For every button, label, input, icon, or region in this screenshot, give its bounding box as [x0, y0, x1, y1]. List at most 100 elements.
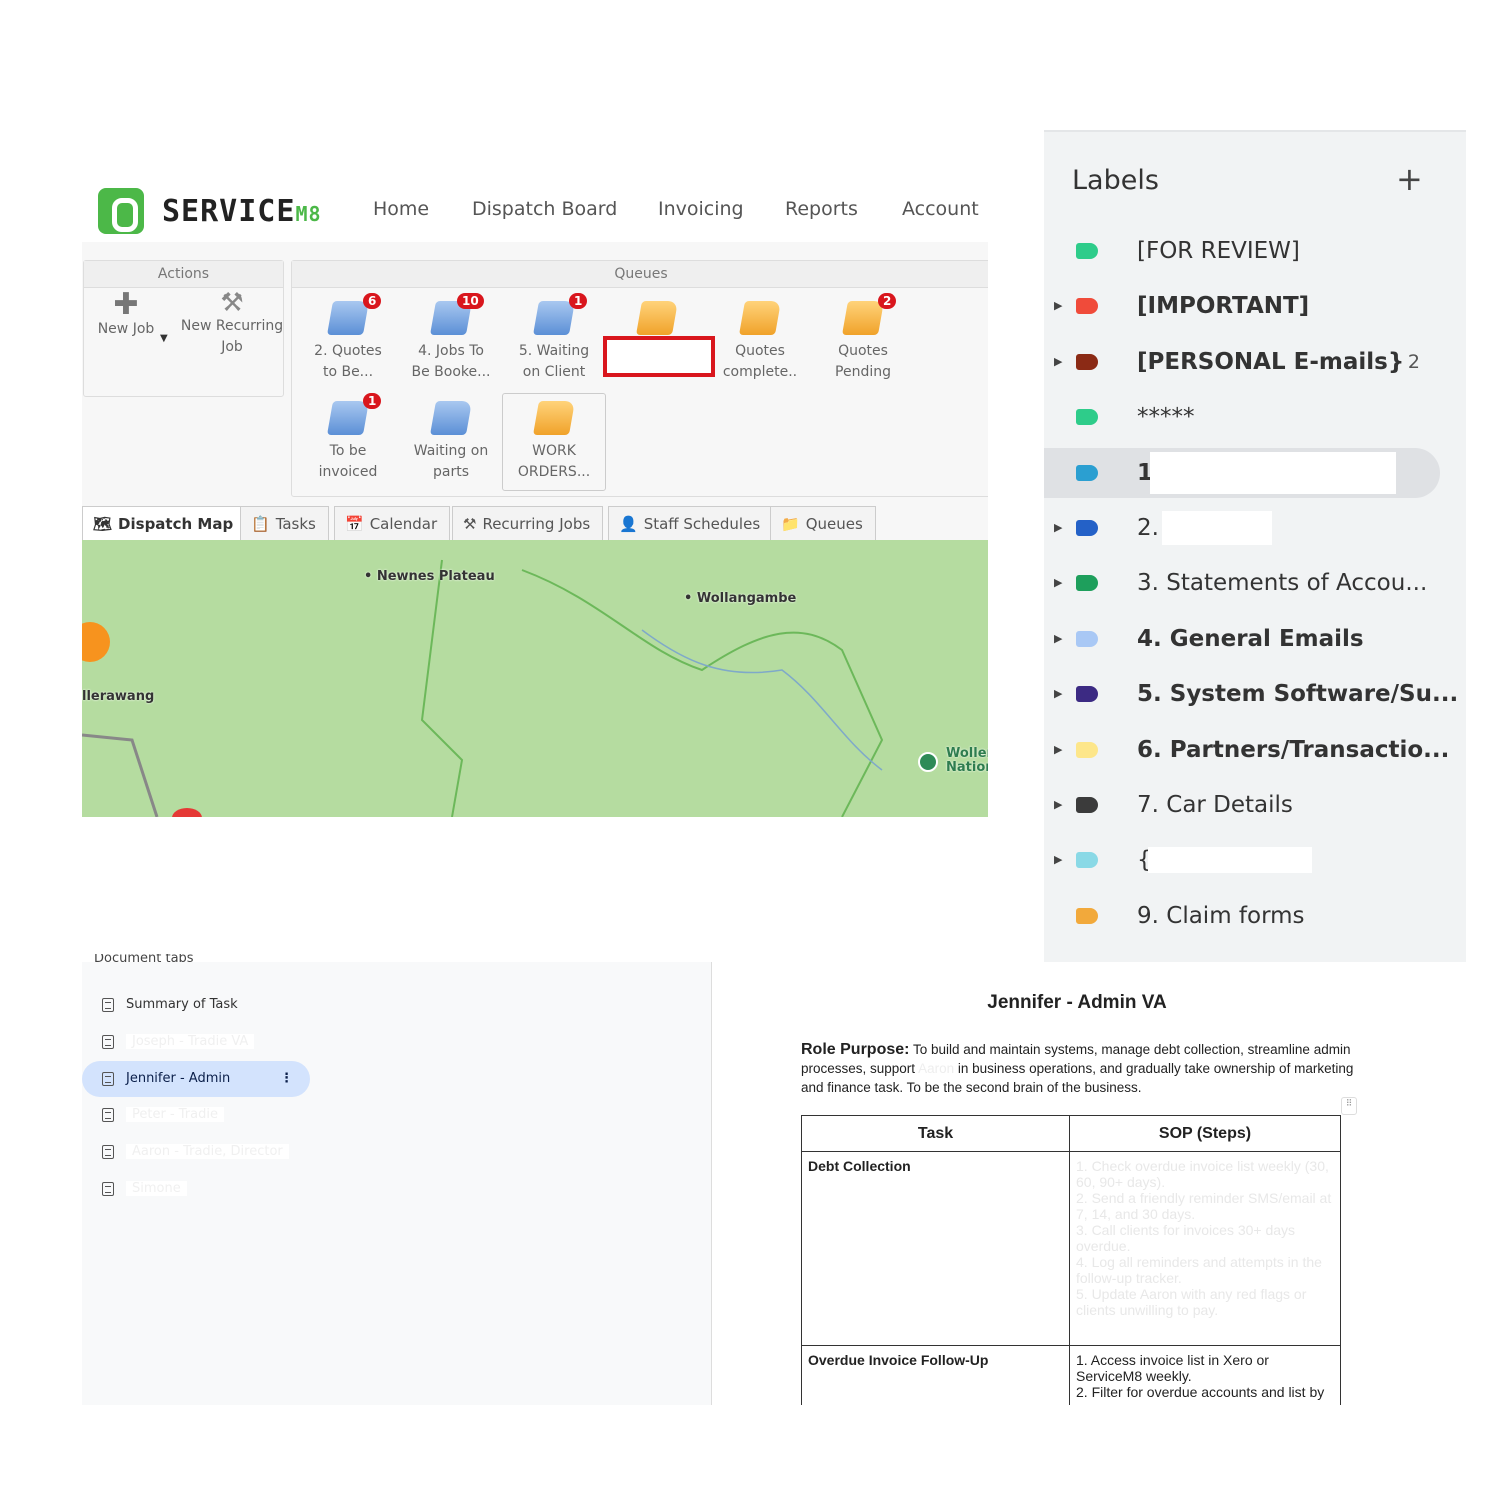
label-tag-icon [1076, 797, 1098, 813]
queue-item[interactable]: 1 5. Waiting on Client [504, 291, 604, 383]
doc-tab-item[interactable]: Aaron - Tradie, Director [82, 1134, 310, 1170]
queue-item[interactable]: 1 To be invoiced [298, 391, 398, 483]
queue-item[interactable]: 2 Quotes Pending [813, 291, 913, 383]
label-item[interactable]: ▶ 5. System Software/Su... [1044, 669, 1466, 719]
label-item[interactable]: [FOR REVIEW] [1044, 226, 1466, 276]
label-item[interactable]: 9. Claim forms [1044, 891, 1466, 941]
wrench-plus-icon: ✚ [113, 287, 139, 322]
nav-account[interactable]: Account [902, 198, 979, 220]
label-item[interactable]: ▶ 6. Partners/Transactio... [1044, 725, 1466, 775]
map-label: • Wollangambe [684, 591, 797, 606]
expand-arrow-icon[interactable]: ▶ [1054, 669, 1062, 719]
expand-arrow-icon[interactable]: ▶ [1054, 281, 1062, 331]
folder-icon: 10 [430, 293, 484, 335]
label-name: 7. Car Details [1137, 792, 1293, 818]
label-tag-icon [1076, 243, 1098, 259]
doc-tab-label: Jennifer - Admin [126, 1070, 231, 1086]
label-item[interactable]: ▶ [IMPORTANT] [1044, 281, 1466, 331]
queue-label: complete.. [722, 364, 798, 380]
table-row: Debt Collection 1. Check overdue invoice … [801, 1151, 1341, 1346]
new-job-dropdown-icon[interactable]: ▼ [160, 333, 168, 344]
folder-icon: 2 [842, 293, 896, 335]
folder-icon [739, 301, 781, 335]
expand-arrow-icon[interactable]: ▶ [1054, 725, 1062, 775]
folder-icon [636, 301, 678, 335]
queue-item[interactable] [607, 291, 707, 341]
queue-item[interactable]: 10 4. Jobs To Be Booke... [401, 291, 501, 383]
doc-tab-item[interactable]: Summary of Task Delegation [82, 987, 310, 1048]
doc-tab-item[interactable]: Peter - Tradie [82, 1097, 310, 1133]
tab-recurring-jobs[interactable]: ⚒ Recurring Jobs [452, 506, 604, 540]
nav-reports[interactable]: Reports [785, 198, 858, 220]
add-label-button[interactable]: + [1396, 160, 1423, 198]
queue-label: parts [432, 464, 469, 480]
tab-queues[interactable]: 📁 Queues [770, 506, 876, 540]
count-badge: 1 [362, 393, 381, 409]
task-cell: Debt Collection [801, 1151, 1070, 1346]
queue-label: invoiced [318, 464, 378, 480]
label-item[interactable]: ▶ 7. Car Details [1044, 780, 1466, 830]
sop-step: 3. Call clients for invoices 30+ days ov… [1076, 1222, 1296, 1254]
servicem8-logo[interactable]: SERVICEM8 [162, 194, 322, 229]
label-tag-icon [1076, 464, 1098, 481]
doc-tab-label: Joseph - Tradie VA [126, 1033, 255, 1049]
count-badge: 10 [457, 293, 484, 309]
expand-arrow-icon[interactable]: ▶ [1054, 614, 1062, 664]
doc-tab-item[interactable]: Joseph - Tradie VA [82, 1024, 310, 1060]
nav-home[interactable]: Home [373, 198, 429, 220]
expand-arrow-icon[interactable]: ▶ [1054, 503, 1062, 553]
redaction-box [1162, 511, 1272, 545]
folder-icon: 1 [533, 293, 587, 335]
label-name: [FOR REVIEW] [1137, 238, 1300, 264]
document-icon [102, 998, 114, 1012]
sop-step: 2. Filter for overdue accounts and list … [1076, 1384, 1325, 1400]
label-item[interactable]: ***** [1044, 392, 1466, 442]
new-recurring-job-label: New Recurring Job [180, 318, 284, 355]
folder-icon: 1 [327, 393, 381, 435]
doc-tab-item[interactable]: Jennifer - Admin ⋮ [82, 1060, 310, 1097]
queue-label: Quotes [838, 343, 888, 359]
servicem8-window: SERVICEM8 Home Dispatch Board Invoicing … [82, 180, 988, 817]
label-name: 6. Partners/Transactio... [1137, 736, 1450, 763]
count-badge: 6 [362, 293, 381, 309]
redacted-name: Aaron [918, 1061, 955, 1076]
dispatch-map[interactable]: • Newnes Plateau • Wollangambe llerawang… [82, 540, 988, 817]
tab-dispatch-map[interactable]: 🗺 Dispatch Map [82, 506, 247, 540]
expand-arrow-icon[interactable]: ▶ [1054, 780, 1062, 830]
drag-handle-icon[interactable]: ⠿ [1341, 1097, 1357, 1115]
nav-invoicing[interactable]: Invoicing [658, 198, 744, 220]
label-item[interactable]: ▶ 4. General Emails [1044, 614, 1466, 664]
nav-dispatch-board[interactable]: Dispatch Board [472, 198, 617, 220]
more-options-icon[interactable]: ⋮ [280, 1061, 293, 1097]
queue-item[interactable]: 6 2. Quotes to Be... [298, 291, 398, 383]
table-header-steps: SOP (Steps) [1069, 1115, 1341, 1152]
map-label: • Newnes Plateau [364, 569, 495, 584]
tab-tasks[interactable]: 📋 Tasks [240, 506, 329, 540]
expand-arrow-icon[interactable]: ▶ [1054, 558, 1062, 608]
label-item[interactable]: ▶ [PERSONAL E-mails} 2 [1044, 337, 1466, 387]
queue-label: to Be... [322, 364, 374, 380]
queue-label: 2. Quotes [314, 343, 382, 359]
tab-calendar[interactable]: 📅 Calendar [334, 506, 451, 540]
queue-label: Waiting on [413, 443, 489, 459]
doc-tab-item[interactable]: Simone [82, 1171, 310, 1207]
label-item[interactable]: 13 [1044, 447, 1440, 498]
queue-item[interactable]: Waiting on parts [401, 391, 501, 483]
expand-arrow-icon[interactable]: ▶ [1054, 835, 1062, 885]
actions-title: Actions [84, 261, 283, 288]
queue-item[interactable]: Quotes complete.. [710, 291, 810, 383]
label-tag-icon [1076, 907, 1098, 924]
label-item[interactable]: ▶ 2. [1044, 503, 1466, 553]
expand-arrow-icon[interactable]: ▶ [1054, 337, 1062, 387]
steps-cell: 1. Access invoice list in Xero or Servic… [1069, 1345, 1341, 1405]
tab-staff-schedules[interactable]: 👤 Staff Schedules [608, 506, 774, 540]
label-name: 5. System Software/Su... [1137, 681, 1459, 708]
new-job-button[interactable]: ✚ New Job [82, 287, 176, 339]
queues-panel: Queues 6 2. Quotes to Be... 10 4. Jobs To Be … [291, 260, 988, 497]
new-recurring-job-button[interactable]: ⚒ New Recurring Job [180, 290, 284, 358]
label-item[interactable]: ▶ 3. Statements of Accou... [1044, 558, 1466, 608]
label-name: 3. Statements of Accou... [1137, 570, 1428, 597]
labels-title: Labels [1072, 165, 1159, 196]
label-item[interactable]: ▶{ [1044, 835, 1466, 885]
queue-label: on Client [522, 364, 586, 380]
